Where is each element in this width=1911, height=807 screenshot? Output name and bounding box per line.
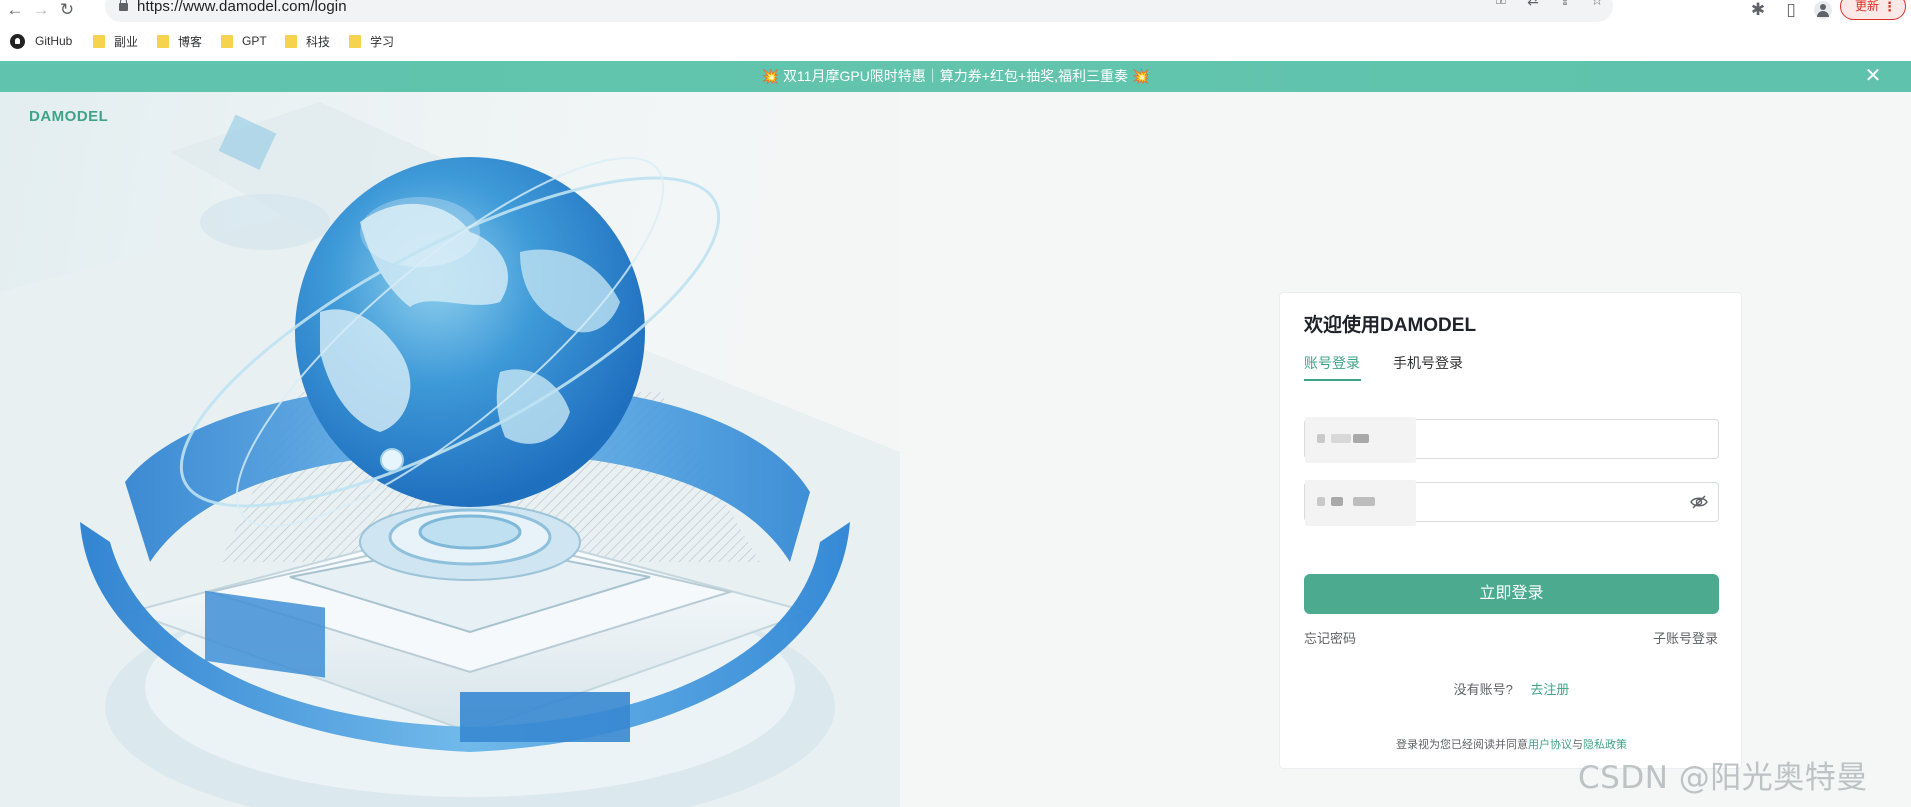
- explosion-icon: 💥: [761, 68, 780, 84]
- register-row: 没有账号? 去注册: [1280, 679, 1743, 698]
- explosion-icon: 💥: [1131, 68, 1150, 84]
- brand-logo[interactable]: DAMODEL: [29, 108, 108, 125]
- bookmarks-bar: GitHub 副业 博客 GPT 科技 学习: [0, 31, 1911, 51]
- extensions-icon[interactable]: ✱: [1747, 0, 1769, 20]
- account-value-redacted: [1305, 417, 1416, 463]
- bookmark-label: GPT: [242, 34, 267, 48]
- eye-off-icon[interactable]: [1690, 494, 1708, 510]
- lock-icon: [119, 0, 128, 11]
- bookmark-boke[interactable]: 博客: [157, 31, 202, 51]
- tab-account-login[interactable]: 账号登录: [1304, 353, 1360, 373]
- menu-dots-icon[interactable]: ⋮: [1883, 0, 1896, 19]
- folder-icon: [349, 34, 361, 48]
- bookmark-label: 副业: [114, 34, 139, 49]
- folder-icon: [285, 34, 297, 48]
- terms-and: 与: [1572, 739, 1583, 751]
- promo-text-row: 💥 双11月摩GPU限时特惠｜算力券+红包+抽奖,福利三重奏 💥: [0, 61, 1911, 92]
- update-button[interactable]: 更新 ⋮: [1840, 0, 1906, 20]
- side-panel-icon[interactable]: ▯: [1780, 0, 1802, 20]
- active-tab-indicator: [1304, 379, 1361, 381]
- back-icon[interactable]: ←: [4, 0, 26, 20]
- bookmark-xuexi[interactable]: 学习: [349, 31, 394, 51]
- hero-illustration: DAMODEL: [0, 92, 900, 807]
- sub-account-login-link[interactable]: 子账号登录: [1653, 628, 1718, 647]
- profile-icon[interactable]: [1811, 0, 1833, 20]
- login-title: 欢迎使用DAMODEL: [1304, 315, 1477, 336]
- bookmark-fuye[interactable]: 副业: [93, 31, 138, 51]
- login-card: 欢迎使用DAMODEL 账号登录 手机号登录 立即登录 忘记密码 子账号登录 没…: [1279, 292, 1742, 769]
- bookmark-github[interactable]: GitHub: [10, 31, 72, 51]
- password-input[interactable]: [1304, 480, 1719, 526]
- browser-chrome: ← → ↻ https://www.damodel.com/login ⚿ ⇄ …: [0, 0, 1911, 61]
- terms-notice: 登录视为您已经阅读并同意用户协议与隐私政策: [1280, 736, 1743, 752]
- bookmark-keji[interactable]: 科技: [285, 31, 330, 51]
- bookmark-label: 博客: [178, 34, 203, 49]
- login-page: DAMODEL 欢迎使用DAMODEL 账号登录 手机号登录 立即登录 忘记密码…: [0, 92, 1911, 807]
- key-icon[interactable]: ⚿: [1485, 0, 1517, 10]
- star-icon[interactable]: ☆: [1581, 0, 1613, 10]
- no-account-text: 没有账号?: [1453, 682, 1513, 697]
- translate-icon[interactable]: ⇄: [1517, 0, 1549, 10]
- promo-banner[interactable]: 💥 双11月摩GPU限时特惠｜算力券+红包+抽奖,福利三重奏 💥 ✕: [0, 61, 1911, 92]
- login-button[interactable]: 立即登录: [1304, 574, 1719, 614]
- address-row: ← → ↻ https://www.damodel.com/login ⚿ ⇄ …: [0, 0, 1911, 22]
- globe-illustration: [0, 102, 900, 807]
- share-icon[interactable]: ⇪: [1549, 0, 1581, 10]
- address-bar-actions: ⚿ ⇄ ⇪ ☆: [1485, 0, 1613, 10]
- privacy-policy-link[interactable]: 隐私政策: [1583, 739, 1627, 751]
- bookmark-label: GitHub: [35, 34, 73, 48]
- update-label: 更新: [1855, 0, 1880, 13]
- tab-phone-login[interactable]: 手机号登录: [1393, 353, 1463, 373]
- forgot-password-link[interactable]: 忘记密码: [1304, 628, 1356, 647]
- bookmark-label: 科技: [306, 34, 331, 49]
- url-text[interactable]: https://www.damodel.com/login: [137, 0, 347, 16]
- forward-icon[interactable]: →: [30, 0, 52, 20]
- terms-prefix: 登录视为您已经阅读并同意: [1396, 739, 1528, 751]
- github-icon: [10, 33, 25, 49]
- promo-message[interactable]: 双11月摩GPU限时特惠｜算力券+红包+抽奖,福利三重奏: [783, 68, 1128, 84]
- folder-icon: [157, 34, 169, 48]
- bookmark-gpt[interactable]: GPT: [221, 31, 267, 51]
- account-input[interactable]: [1304, 417, 1719, 463]
- reload-icon[interactable]: ↻: [56, 0, 78, 20]
- address-bar[interactable]: https://www.damodel.com/login ⚿ ⇄ ⇪ ☆: [105, 0, 1613, 22]
- close-icon[interactable]: ✕: [1862, 65, 1884, 87]
- password-value-redacted: [1305, 480, 1416, 526]
- register-link[interactable]: 去注册: [1530, 682, 1569, 697]
- bookmark-label: 学习: [370, 34, 395, 49]
- folder-icon: [221, 34, 233, 48]
- csdn-watermark: CSDN @阳光奥特曼: [1578, 760, 1868, 796]
- user-agreement-link[interactable]: 用户协议: [1528, 739, 1572, 751]
- folder-icon: [93, 34, 105, 48]
